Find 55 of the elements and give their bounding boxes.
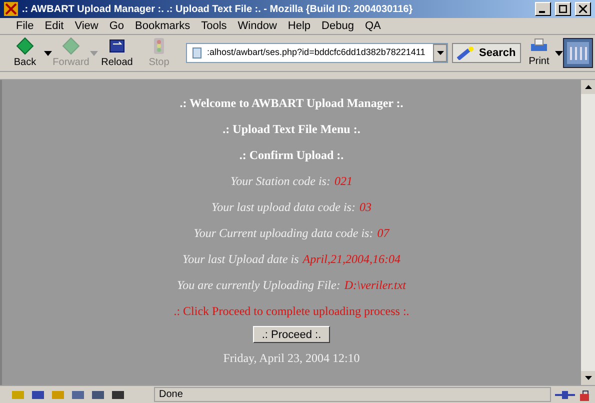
- throbber-logo-icon: [563, 38, 594, 68]
- search-button[interactable]: Search: [452, 43, 521, 63]
- page-heading: .: Upload Text File Menu :.: [222, 121, 360, 138]
- window-title: .: AWBART Upload Manager :. .: Upload Text File :. - Mozilla {Build ID: 2004030116}: [22, 2, 414, 16]
- page-heading: .: Welcome to AWBART Upload Manager :.: [180, 95, 404, 112]
- reload-button[interactable]: Reload: [100, 36, 134, 70]
- scroll-up-icon[interactable]: [584, 85, 592, 89]
- date-text: Friday, April 23, 2004 12:10: [223, 350, 360, 367]
- caret-icon[interactable]: [555, 50, 564, 56]
- back-button[interactable]: Back: [8, 36, 42, 70]
- info-label: Your last upload data code is:: [212, 199, 356, 216]
- page-heading: .: Confirm Upload :.: [239, 147, 344, 164]
- menu-item[interactable]: QA: [364, 18, 381, 34]
- search-icon: [457, 46, 475, 60]
- dropdown-button[interactable]: [433, 44, 447, 62]
- caret-icon: [436, 51, 444, 55]
- scrollbar[interactable]: [581, 80, 595, 385]
- info-value: 021: [334, 173, 352, 190]
- lock-icon: [579, 388, 591, 400]
- print-button[interactable]: Print: [528, 38, 550, 68]
- forward-arrow-icon: [62, 36, 80, 54]
- connection-icon: [555, 390, 575, 400]
- page-icon: [191, 47, 203, 59]
- maximize-icon: [559, 5, 567, 13]
- notice-text: .: Click Proceed to complete uploading process :.: [174, 303, 410, 320]
- menu-item[interactable]: Edit: [44, 18, 64, 34]
- close-icon: [579, 5, 587, 13]
- info-label: You are currently Uploading File:: [177, 277, 340, 294]
- close-button[interactable]: [575, 2, 591, 16]
- printer-icon: [530, 38, 548, 54]
- menu-item[interactable]: Help: [288, 18, 311, 34]
- info-value: D:\veriler.txt: [344, 277, 406, 294]
- info-value: 03: [359, 199, 372, 216]
- reload-icon: [108, 36, 126, 54]
- minimize-button[interactable]: [535, 2, 551, 16]
- menu-item[interactable]: View: [74, 18, 98, 34]
- menu-item[interactable]: Debug: [322, 18, 354, 34]
- menu-item[interactable]: File: [16, 18, 34, 34]
- menu-item[interactable]: Window: [238, 18, 277, 34]
- info-value: 07: [377, 225, 390, 242]
- menu-item[interactable]: Tools: [201, 18, 227, 34]
- app-icon: [4, 2, 18, 16]
- proceed-button[interactable]: .: Proceed :.: [252, 326, 330, 343]
- menu-item[interactable]: Bookmarks: [135, 18, 190, 34]
- status-text: Done: [154, 387, 551, 402]
- scroll-down-icon[interactable]: [584, 376, 592, 380]
- info-value: April,21,2004,16:04: [302, 251, 400, 268]
- info-label: Your Station code is:: [230, 173, 330, 190]
- info-label: Your last Upload date is: [182, 251, 299, 268]
- maximize-button[interactable]: [555, 2, 571, 16]
- menu-item[interactable]: Go: [109, 18, 124, 34]
- back-arrow-icon: [16, 36, 34, 54]
- dropdown-caret-icon[interactable]: [44, 50, 52, 56]
- info-label: Your Current uploading data code is:: [194, 225, 374, 242]
- address-field[interactable]: :alhost/awbart/ses.php?id=bddcfc6dd1d382b78221411: [186, 43, 448, 63]
